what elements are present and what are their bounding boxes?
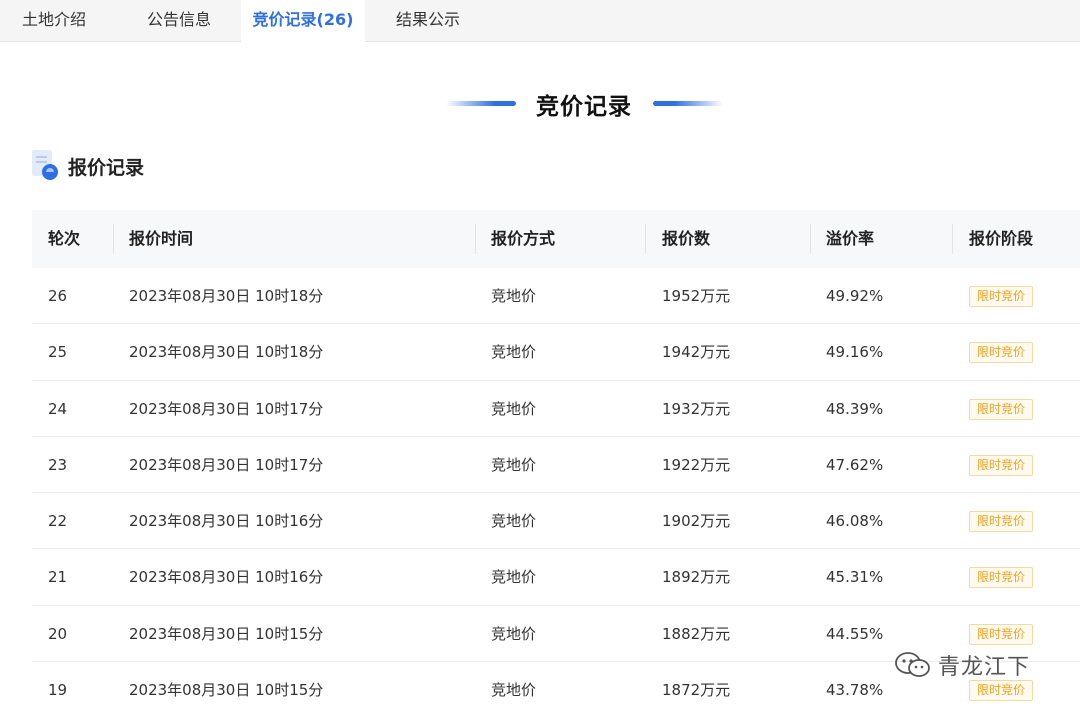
table-row: 22 2023年08月30日 10时16分 竞地价 1902万元 46.08% … bbox=[32, 493, 1080, 550]
subsection-title: 报价记录 bbox=[68, 157, 145, 179]
cell-amount: 1942万元 bbox=[662, 343, 731, 362]
bid-records-table: 轮次 报价时间 报价方式 报价数 溢价率 报价阶段 26 2023年08月30日… bbox=[32, 210, 1080, 712]
cell-round: 22 bbox=[48, 512, 68, 531]
cell-premium: 49.16% bbox=[826, 343, 884, 362]
cell-method: 竞地价 bbox=[491, 681, 537, 700]
title-decoration-right bbox=[653, 101, 723, 106]
cell-round: 21 bbox=[48, 568, 68, 587]
header-divider bbox=[113, 224, 114, 254]
section-header: 竞价记录 bbox=[0, 85, 1080, 125]
tab-announcement[interactable]: 公告信息 bbox=[124, 0, 234, 42]
header-divider bbox=[952, 224, 953, 254]
cell-method: 竞地价 bbox=[491, 287, 537, 305]
wechat-icon bbox=[895, 652, 930, 677]
cell-round: 24 bbox=[48, 399, 68, 418]
stage-badge: 限时竞价 bbox=[969, 454, 1034, 476]
cell-method: 竞地价 bbox=[491, 399, 537, 418]
table-row: 23 2023年08月30日 10时17分 竞地价 1922万元 47.62% … bbox=[32, 437, 1080, 494]
header-amount: 报价数 bbox=[662, 229, 711, 248]
stage-badge: 限时竞价 bbox=[969, 286, 1034, 307]
cell-round: 20 bbox=[48, 624, 68, 643]
stage-badge: 限时竞价 bbox=[969, 623, 1034, 645]
table-row: 24 2023年08月30日 10时17分 竞地价 1932万元 48.39% … bbox=[32, 381, 1080, 437]
cell-round: 25 bbox=[48, 343, 68, 362]
page-title: 竞价记录 bbox=[536, 94, 632, 120]
stage-badge: 限时竞价 bbox=[969, 511, 1034, 533]
cell-premium: 48.39% bbox=[826, 399, 884, 418]
stage-badge: 限时竞价 bbox=[969, 567, 1034, 589]
cell-amount: 1932万元 bbox=[662, 399, 731, 418]
cell-premium: 46.08% bbox=[826, 512, 884, 531]
table-header: 轮次 报价时间 报价方式 报价数 溢价率 报价阶段 bbox=[32, 210, 1080, 268]
header-round: 轮次 bbox=[48, 229, 81, 248]
stage-badge: 限时竞价 bbox=[969, 398, 1034, 420]
cell-time: 2023年08月30日 10时16分 bbox=[129, 568, 324, 587]
cell-round: 19 bbox=[48, 681, 68, 700]
watermark: 青龙江下 bbox=[894, 650, 1030, 680]
cell-premium: 44.55% bbox=[826, 624, 884, 643]
title-decoration-left bbox=[446, 101, 516, 106]
header-divider bbox=[810, 224, 811, 254]
cell-time: 2023年08月30日 10时17分 bbox=[129, 455, 324, 474]
document-icon bbox=[32, 150, 58, 180]
cell-amount: 1872万元 bbox=[662, 681, 731, 700]
cell-time: 2023年08月30日 10时15分 bbox=[129, 681, 324, 700]
cell-round: 26 bbox=[48, 287, 68, 305]
header-divider bbox=[475, 224, 476, 254]
cell-time: 2023年08月30日 10时17分 bbox=[129, 399, 324, 418]
cell-round: 23 bbox=[48, 455, 68, 474]
cell-method: 竞地价 bbox=[491, 512, 537, 531]
header-stage: 报价阶段 bbox=[969, 229, 1034, 248]
cell-method: 竞地价 bbox=[491, 568, 537, 587]
tab-bid-records[interactable]: 竞价记录(26) bbox=[241, 0, 365, 43]
header-premium: 溢价率 bbox=[826, 229, 875, 248]
header-divider bbox=[645, 224, 646, 254]
cell-premium: 47.62% bbox=[826, 455, 884, 474]
cell-amount: 1922万元 bbox=[662, 455, 731, 474]
tab-results[interactable]: 结果公示 bbox=[372, 0, 484, 42]
table-row: 25 2023年08月30日 10时18分 竞地价 1942万元 49.16% … bbox=[32, 324, 1080, 381]
cell-method: 竞地价 bbox=[491, 624, 537, 643]
cell-method: 竞地价 bbox=[491, 455, 537, 474]
tab-bar: 土地介绍 公告信息 竞价记录(26) 结果公示 bbox=[0, 0, 1080, 43]
cell-method: 竞地价 bbox=[491, 343, 537, 362]
stage-badge: 限时竞价 bbox=[969, 342, 1034, 364]
cell-amount: 1952万元 bbox=[662, 287, 731, 305]
cell-amount: 1892万元 bbox=[662, 568, 731, 587]
stage-badge: 限时竞价 bbox=[969, 680, 1034, 702]
header-method: 报价方式 bbox=[491, 229, 556, 248]
table-row: 26 2023年08月30日 10时18分 竞地价 1952万元 49.92% … bbox=[32, 268, 1080, 325]
tab-land-intro[interactable]: 土地介绍 bbox=[0, 0, 108, 42]
cell-premium: 45.31% bbox=[826, 568, 884, 587]
cell-premium: 43.78% bbox=[826, 681, 884, 700]
cell-premium: 49.92% bbox=[826, 287, 884, 305]
cell-amount: 1882万元 bbox=[662, 624, 731, 643]
watermark-text: 青龙江下 bbox=[938, 655, 1031, 680]
cell-time: 2023年08月30日 10时16分 bbox=[129, 512, 324, 531]
table-row: 21 2023年08月30日 10时16分 竞地价 1892万元 45.31% … bbox=[32, 549, 1080, 606]
cell-time: 2023年08月30日 10时18分 bbox=[129, 287, 324, 305]
cell-time: 2023年08月30日 10时18分 bbox=[129, 343, 324, 362]
header-time: 报价时间 bbox=[129, 229, 194, 248]
cell-time: 2023年08月30日 10时15分 bbox=[129, 624, 324, 643]
cell-amount: 1902万元 bbox=[662, 512, 731, 531]
